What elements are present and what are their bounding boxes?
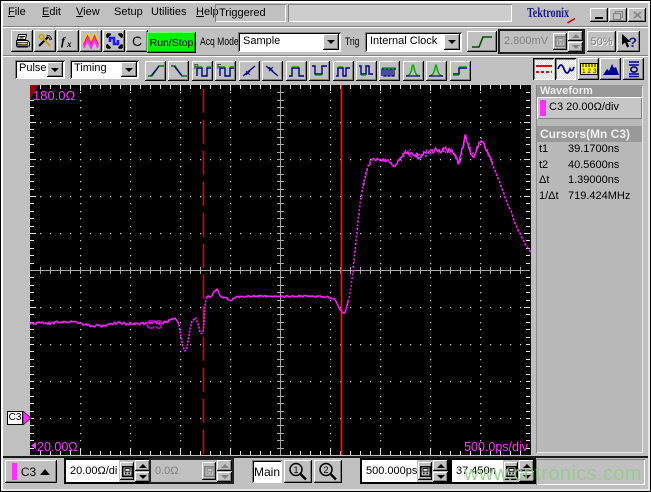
svg-text:180.0Ω: 180.0Ω	[33, 88, 76, 103]
svg-text:20.00Ω: 20.00Ω	[37, 440, 78, 454]
svg-text:1: 1	[294, 465, 299, 475]
svg-text:2: 2	[324, 465, 329, 475]
svg-text:500.0ps/div: 500.0ps/div	[464, 440, 529, 454]
svg-text:C3: C3	[146, 317, 163, 332]
